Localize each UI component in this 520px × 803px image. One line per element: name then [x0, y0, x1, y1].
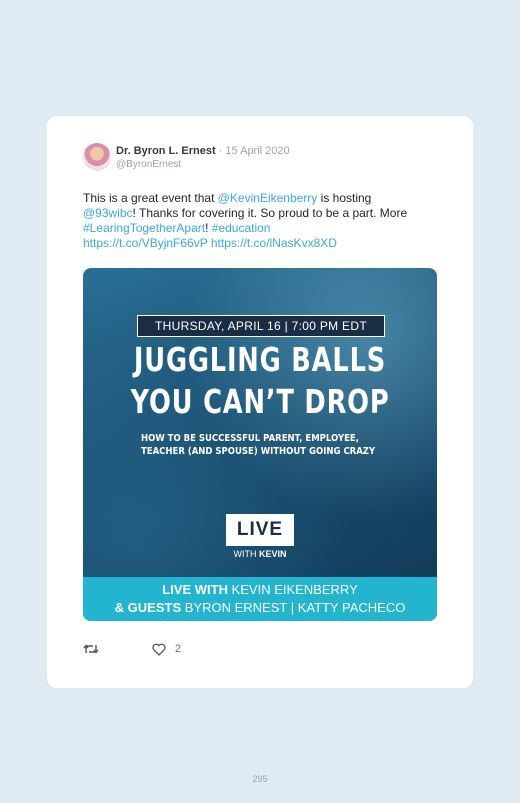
headline-line-1: JUGGLING BALLS [133, 340, 387, 379]
hashtag-link[interactable]: #LearingTogetherApart [83, 221, 205, 235]
live-with-name: KEVIN [259, 549, 287, 559]
live-with-text: WITH KEVIN [226, 549, 294, 559]
banner-line-2-rest: BYRON ERNEST | KATTY PACHECO [181, 600, 406, 615]
banner-line-2: & GUESTS BYRON ERNEST | KATTY PACHECO [83, 599, 437, 617]
mention-link[interactable]: @93wibc [83, 206, 133, 220]
tweet-media-image[interactable]: THURSDAY, APRIL 16 | 7:00 PM EDT JUGGLIN… [83, 268, 437, 621]
subhead: HOW TO BE SUCCESSFUL PARENT, EMPLOYEE, T… [141, 432, 379, 458]
author-handle[interactable]: @ByronErnest [116, 159, 181, 170]
banner-line-1-bold: LIVE WITH [162, 582, 228, 597]
heart-icon[interactable] [152, 643, 166, 656]
live-with-word: WITH [233, 549, 257, 559]
text-part: This is a great event that [83, 191, 218, 205]
tweet-card: Dr. Byron L. Ernest · 15 April 2020 @Byr… [47, 116, 473, 688]
hashtag-link[interactable]: #education [212, 221, 271, 235]
banner-line-1-rest: KEVIN EIKENBERRY [227, 582, 358, 597]
author-name[interactable]: Dr. Byron L. Ernest [116, 145, 216, 157]
page-number: 295 [252, 774, 268, 784]
author-line: Dr. Byron L. Ernest · 15 April 2020 [116, 145, 290, 157]
text-part: ! Thanks for covering it. So proud to be… [132, 206, 408, 220]
mention-link[interactable]: @KevinEikenberry [218, 191, 318, 205]
text-part: is hosting [317, 191, 372, 205]
subhead-line-1: HOW TO BE SUCCESSFUL PARENT, EMPLOYEE, [141, 433, 359, 444]
url-link[interactable]: https://t.co/VByjnF66vP [83, 236, 208, 250]
tweet-date[interactable]: 15 April 2020 [225, 145, 289, 157]
like-count: 2 [175, 643, 182, 655]
text-part: ! [205, 221, 212, 235]
date-separator: · [215, 145, 226, 157]
live-with-kevin-logo: LIVE WITH KEVIN [226, 514, 294, 560]
live-label: LIVE [226, 514, 294, 546]
subhead-line-2: TEACHER (AND SPOUSE) WITHOUT GOING CRAZY [141, 446, 376, 457]
event-date-label: THURSDAY, APRIL 16 | 7:00 PM EDT [137, 315, 385, 337]
banner-line-1: LIVE WITH KEVIN EIKENBERRY [83, 581, 437, 599]
tweet-actions: 2 [83, 642, 283, 658]
guest-banner: LIVE WITH KEVIN EIKENBERRY & GUESTS BYRO… [83, 577, 437, 621]
url-link[interactable]: https://t.co/lNasKvx8XD [211, 236, 337, 250]
avatar[interactable] [83, 143, 111, 171]
retweet-icon[interactable] [83, 642, 99, 656]
headline-line-2: YOU CAN’T DROP [130, 382, 390, 421]
tweet-text: This is a great event that @KevinEikenbe… [83, 191, 453, 251]
banner-line-2-bold: & GUESTS [114, 600, 182, 615]
